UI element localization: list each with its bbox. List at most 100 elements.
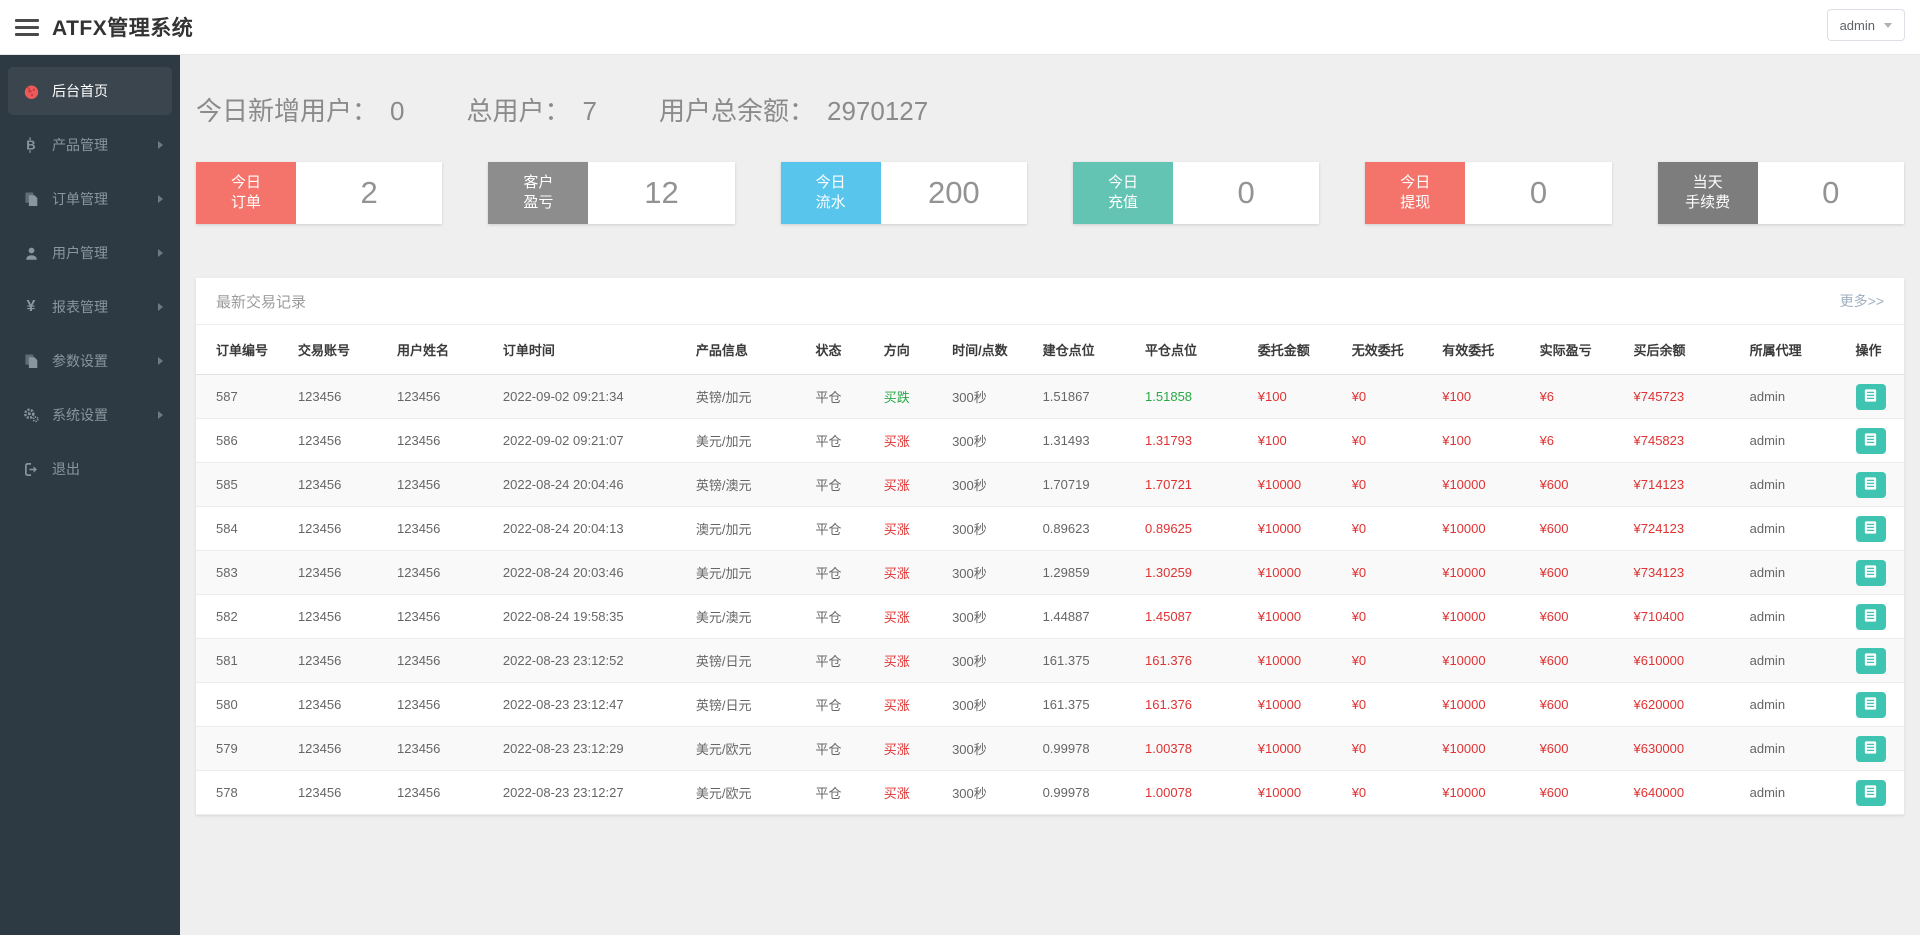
view-order-button[interactable] <box>1856 648 1886 674</box>
table-row: 5811234561234562022-08-23 23:12:52英镑/日元平… <box>196 639 1904 683</box>
list-icon <box>1863 652 1878 670</box>
chevron-right-icon <box>158 195 163 203</box>
cell-agent: admin <box>1742 595 1848 639</box>
cell-action <box>1848 375 1904 419</box>
sidebar-item-logout[interactable]: 退出 <box>8 445 172 493</box>
sidebar-item-users[interactable]: 用户管理 <box>8 229 172 277</box>
cell-action <box>1848 771 1904 815</box>
cell-action <box>1848 551 1904 595</box>
cell-open: 1.29859 <box>1035 551 1137 595</box>
cell-close: 161.376 <box>1137 639 1250 683</box>
cell-account: 123456 <box>290 551 389 595</box>
hamburger-menu-icon[interactable] <box>15 15 39 40</box>
view-order-button[interactable] <box>1856 384 1886 410</box>
sidebar-item-products[interactable]: B产品管理 <box>8 121 172 169</box>
cell-time: 2022-09-02 09:21:34 <box>495 375 688 419</box>
table-row: 5851234561234562022-08-24 20:04:46英镑/澳元平… <box>196 463 1904 507</box>
cell-name: 123456 <box>389 507 495 551</box>
stat-card: 当天 手续费0 <box>1658 162 1904 224</box>
view-order-button[interactable] <box>1856 780 1886 806</box>
cell-name: 123456 <box>389 463 495 507</box>
cell-balance: ¥724123 <box>1626 507 1742 551</box>
cell-open: 1.31493 <box>1035 419 1137 463</box>
cell-amount: ¥10000 <box>1250 683 1344 727</box>
table-header-row: 订单编号交易账号用户姓名订单时间产品信息状态方向时间/点数建仓点位平仓点位委托金… <box>196 325 1904 375</box>
cell-status: 平仓 <box>807 463 875 507</box>
cell-status: 平仓 <box>807 375 875 419</box>
cell-close: 1.00378 <box>1137 727 1250 771</box>
table-row: 5831234561234562022-08-24 20:03:46美元/加元平… <box>196 551 1904 595</box>
stat-label: 总用户： <box>466 91 570 128</box>
cell-status: 平仓 <box>807 683 875 727</box>
cell-direction: 买涨 <box>876 727 944 771</box>
view-order-button[interactable] <box>1856 736 1886 762</box>
sidebar-item-label: 用户管理 <box>52 243 108 263</box>
cell-product: 英镑/日元 <box>688 639 808 683</box>
cell-valid: ¥10000 <box>1434 683 1531 727</box>
cell-duration: 300秒 <box>944 595 1035 639</box>
cell-close: 1.45087 <box>1137 595 1250 639</box>
cell-invalid: ¥0 <box>1344 771 1435 815</box>
view-order-button[interactable] <box>1856 472 1886 498</box>
cell-valid: ¥10000 <box>1434 551 1531 595</box>
cell-amount: ¥10000 <box>1250 551 1344 595</box>
cell-product: 澳元/加元 <box>688 507 808 551</box>
cell-balance: ¥734123 <box>1626 551 1742 595</box>
cell-id: 587 <box>196 375 290 419</box>
recent-trades-panel: 最新交易记录 更多>> 订单编号交易账号用户姓名订单时间产品信息状态方向时间/点… <box>196 278 1904 815</box>
cell-profit: ¥600 <box>1532 771 1626 815</box>
cell-agent: admin <box>1742 551 1848 595</box>
table-row: 5861234561234562022-09-02 09:21:07美元/加元平… <box>196 419 1904 463</box>
svg-text:B: B <box>26 138 35 153</box>
sidebar-item-label: 参数设置 <box>52 351 108 371</box>
cell-id: 579 <box>196 727 290 771</box>
column-header-duration: 时间/点数 <box>944 325 1035 375</box>
column-header-id: 订单编号 <box>196 325 290 375</box>
cell-profit: ¥6 <box>1532 375 1626 419</box>
cell-id: 583 <box>196 551 290 595</box>
cell-id: 581 <box>196 639 290 683</box>
stat-card-label: 今日 流水 <box>781 162 881 224</box>
cell-balance: ¥745823 <box>1626 419 1742 463</box>
stat-card-label: 今日 充值 <box>1073 162 1173 224</box>
cell-close: 1.30259 <box>1137 551 1250 595</box>
stat-card: 今日 流水200 <box>781 162 1027 224</box>
cell-status: 平仓 <box>807 595 875 639</box>
sidebar-item-home[interactable]: 后台首页 <box>8 67 172 115</box>
view-order-button[interactable] <box>1856 604 1886 630</box>
cell-product: 美元/澳元 <box>688 595 808 639</box>
cell-balance: ¥630000 <box>1626 727 1742 771</box>
sidebar-item-params[interactable]: 参数设置 <box>8 337 172 385</box>
sidebar-item-reports[interactable]: ¥报表管理 <box>8 283 172 331</box>
stat-label: 今日新增用户： <box>196 91 378 128</box>
cell-open: 1.51867 <box>1035 375 1137 419</box>
column-header-amount: 委托金额 <box>1250 325 1344 375</box>
view-order-button[interactable] <box>1856 516 1886 542</box>
cell-action <box>1848 639 1904 683</box>
chevron-right-icon <box>158 303 163 311</box>
cell-time: 2022-09-02 09:21:07 <box>495 419 688 463</box>
stat-card: 今日 提现0 <box>1365 162 1611 224</box>
list-icon <box>1863 696 1878 714</box>
cell-close: 1.00078 <box>1137 771 1250 815</box>
cell-direction: 买涨 <box>876 771 944 815</box>
cell-time: 2022-08-24 20:03:46 <box>495 551 688 595</box>
list-icon <box>1863 432 1878 450</box>
sidebar-item-orders[interactable]: 订单管理 <box>8 175 172 223</box>
view-order-button[interactable] <box>1856 560 1886 586</box>
cell-direction: 买涨 <box>876 683 944 727</box>
view-order-button[interactable] <box>1856 692 1886 718</box>
cell-amount: ¥10000 <box>1250 595 1344 639</box>
cell-status: 平仓 <box>807 507 875 551</box>
cell-profit: ¥600 <box>1532 463 1626 507</box>
view-order-button[interactable] <box>1856 428 1886 454</box>
cell-close: 0.89625 <box>1137 507 1250 551</box>
stat-card-value: 2 <box>296 162 442 224</box>
cell-action <box>1848 727 1904 771</box>
user-menu-button[interactable]: admin <box>1827 9 1905 41</box>
stat-label: 用户总余额： <box>659 91 815 128</box>
table-row: 5871234561234562022-09-02 09:21:34英镑/加元平… <box>196 375 1904 419</box>
sidebar-item-system[interactable]: 系统设置 <box>8 391 172 439</box>
cell-product: 英镑/加元 <box>688 375 808 419</box>
more-link[interactable]: 更多>> <box>1840 291 1884 311</box>
